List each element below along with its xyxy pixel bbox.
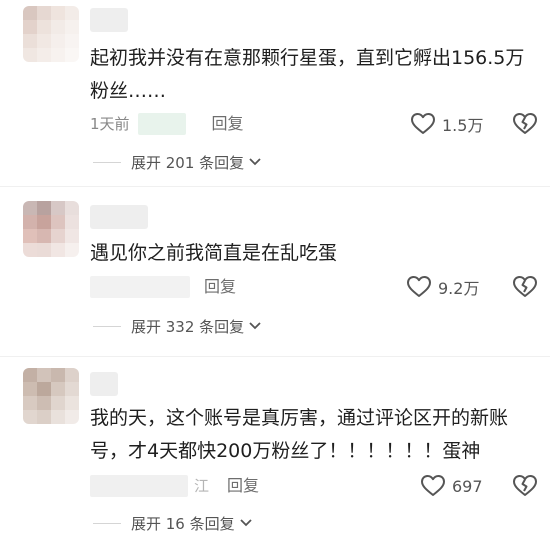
username-blurred[interactable]	[90, 372, 118, 396]
location-blurred	[90, 475, 188, 497]
heart-outline-icon	[407, 276, 431, 297]
broken-heart-icon[interactable]	[512, 274, 538, 300]
comment-item: 起初我并没有在意那颗行星蛋，直到它孵出156.5万粉丝…… 1天前 回复 1.5…	[0, 0, 550, 175]
heart-outline-icon	[421, 475, 445, 496]
comment-meta: 江 回复	[90, 473, 259, 499]
chevron-down-icon	[239, 519, 252, 527]
comment-text: 起初我并没有在意那颗行星蛋，直到它孵出156.5万粉丝……	[90, 47, 525, 102]
broken-heart-icon[interactable]	[512, 111, 538, 137]
like-count: 9.2万	[438, 279, 480, 298]
like-count: 697	[452, 476, 483, 496]
avatar[interactable]	[23, 201, 79, 257]
like-button[interactable]: 697	[420, 471, 483, 501]
divider-line	[93, 325, 121, 327]
expand-replies[interactable]: 展开 332 条回复	[93, 313, 262, 339]
like-button[interactable]: 9.2万	[406, 272, 479, 302]
divider	[0, 186, 550, 187]
comment-item: 遇见你之前我简直是在乱吃蛋 回复 9.2万 展开 332 条回复	[0, 195, 550, 350]
broken-heart-icon[interactable]	[512, 473, 538, 499]
avatar[interactable]	[23, 6, 79, 62]
expand-label: 展开 16 条回复	[131, 514, 235, 533]
location-blurred	[137, 113, 186, 135]
expand-label: 展开 201 条回复	[131, 153, 245, 172]
comment-item: 我的天，这个账号是真厉害，通过评论区开的新账号，才4天都快200万粉丝了！！！！…	[0, 362, 550, 540]
chevron-down-icon	[249, 322, 261, 330]
expand-label: 展开 332 条回复	[131, 317, 245, 336]
avatar[interactable]	[23, 368, 79, 424]
location-blurred	[90, 276, 190, 298]
divider	[0, 356, 550, 357]
expand-replies[interactable]: 展开 201 条回复	[93, 149, 262, 175]
comment-meta: 回复	[90, 274, 236, 300]
divider-line	[93, 522, 121, 524]
expand-replies[interactable]: 展开 16 条回复	[93, 510, 253, 536]
reply-button[interactable]: 回复	[204, 274, 236, 300]
divider-line	[93, 161, 121, 163]
reply-button[interactable]: 回复	[212, 111, 244, 137]
reply-button[interactable]: 回复	[227, 473, 259, 499]
heart-outline-icon	[411, 113, 435, 134]
chevron-down-icon	[249, 158, 261, 166]
comment-location: 江	[194, 477, 210, 495]
username-blurred[interactable]	[90, 8, 128, 32]
comment-text: 我的天，这个账号是真厉害，通过评论区开的新账号，才4天都快200万粉丝了！！！！…	[90, 407, 509, 462]
like-button[interactable]: 1.5万	[410, 109, 483, 139]
comment-meta: 1天前 回复	[90, 111, 244, 137]
username-blurred[interactable]	[90, 205, 148, 229]
comment-text: 遇见你之前我简直是在乱吃蛋	[90, 242, 338, 264]
like-count: 1.5万	[442, 116, 484, 135]
comment-time: 1天前	[90, 115, 130, 133]
